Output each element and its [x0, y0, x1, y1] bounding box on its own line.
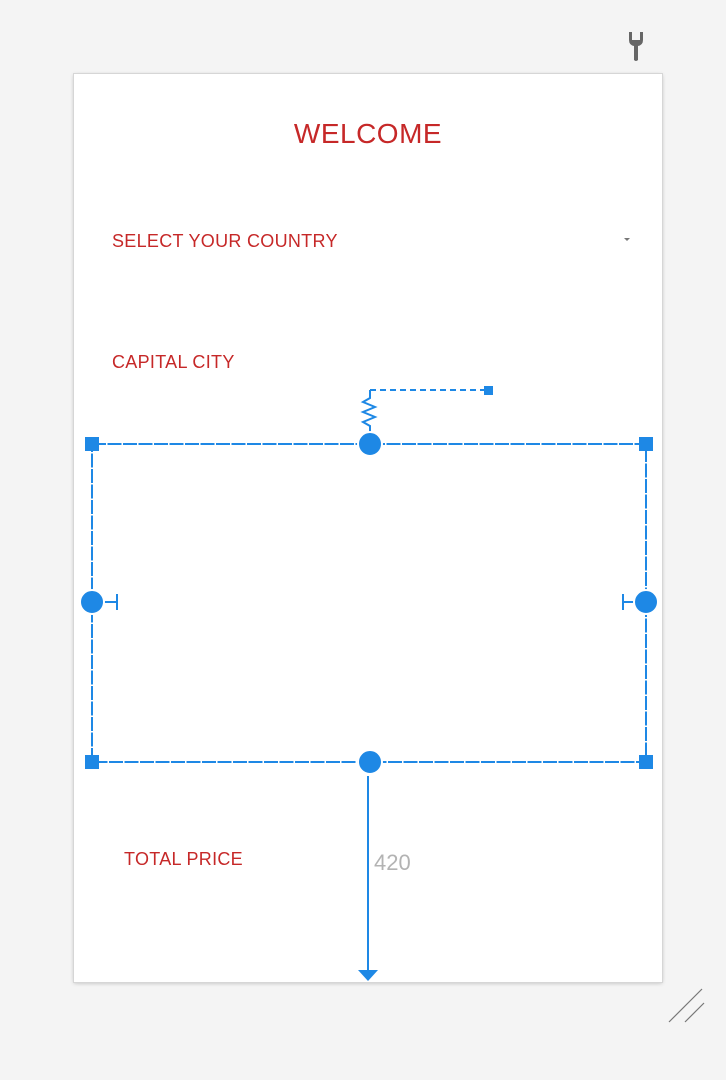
top-anchor-handle[interactable]	[357, 431, 383, 457]
canvas-resize-grip-line-1[interactable]	[668, 988, 703, 1023]
top-constraint-spring	[360, 390, 378, 432]
canvas-resize-grip-line-2[interactable]	[684, 1002, 705, 1023]
baseline-anchor-handle[interactable]	[484, 386, 493, 395]
selection-overlay	[79, 386, 705, 1023]
resize-handle-bottom-right[interactable]	[639, 755, 653, 769]
resize-handle-top-left[interactable]	[85, 437, 99, 451]
left-anchor-handle[interactable]	[79, 589, 105, 615]
resize-handle-bottom-left[interactable]	[85, 755, 99, 769]
resize-handle-top-right[interactable]	[639, 437, 653, 451]
right-anchor-handle[interactable]	[633, 589, 659, 615]
design-canvas: WELCOME SELECT YOUR COUNTRY CAPITAL CITY…	[0, 0, 726, 1080]
bottom-margin-value: 420	[374, 850, 411, 875]
bottom-anchor-handle[interactable]	[357, 749, 383, 775]
bottom-constraint-arrowhead	[358, 970, 378, 981]
selected-view-outline[interactable]	[91, 443, 647, 763]
